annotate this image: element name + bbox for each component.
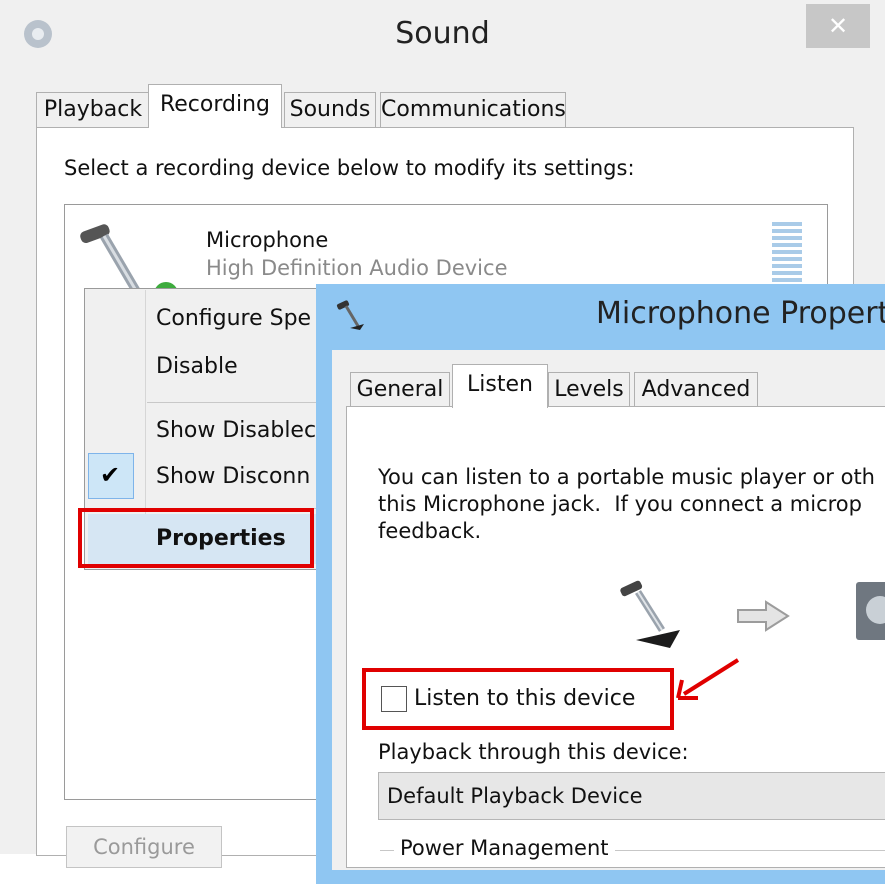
annotation-box-properties	[78, 508, 314, 568]
tab-levels[interactable]: Levels	[548, 372, 630, 407]
tab-general[interactable]: General	[350, 372, 450, 407]
power-management-label: Power Management	[394, 836, 615, 860]
close-button[interactable]: ✕	[806, 4, 870, 48]
microphone-icon	[336, 300, 364, 330]
menu-item-show-disconnected[interactable]: Show Disconn	[156, 464, 310, 489]
menu-item-configure-speech[interactable]: Configure Spe	[156, 306, 311, 331]
configure-button[interactable]: Configure	[66, 826, 222, 868]
level-meter	[772, 222, 802, 284]
menu-item-disable[interactable]: Disable	[156, 354, 238, 379]
tab-communications[interactable]: Communications	[380, 92, 566, 127]
checkmark-icon: ✔	[99, 461, 121, 489]
tab-recording[interactable]: Recording	[148, 84, 282, 128]
playback-through-label: Playback through this device:	[378, 740, 689, 764]
annotation-arrow-icon	[676, 658, 740, 700]
tab-advanced[interactable]: Advanced	[634, 372, 758, 407]
listen-checkbox[interactable]	[381, 686, 407, 712]
playback-device-select[interactable]: Default Playback Device	[378, 772, 885, 820]
device-name: Microphone	[206, 228, 329, 252]
window-title: Sound	[395, 16, 490, 51]
speaker-icon	[856, 582, 885, 640]
menu-item-show-disabled[interactable]: Show Disablec	[156, 418, 316, 443]
menu-separator	[147, 402, 319, 403]
device-subtitle: High Definition Audio Device	[206, 256, 508, 280]
microphone-icon	[620, 580, 680, 648]
tab-sounds[interactable]: Sounds	[284, 92, 376, 127]
tab-playback[interactable]: Playback	[36, 92, 150, 127]
arrow-right-icon	[737, 600, 790, 632]
tab-listen[interactable]: Listen	[452, 364, 548, 408]
dialog-title: Microphone Properti	[596, 296, 885, 331]
listen-description: You can listen to a portable music playe…	[378, 465, 875, 543]
microphone-icon[interactable]	[74, 210, 186, 300]
instruction-text: Select a recording device below to modif…	[64, 156, 635, 180]
listen-checkbox-label[interactable]: Listen to this device	[414, 686, 635, 711]
